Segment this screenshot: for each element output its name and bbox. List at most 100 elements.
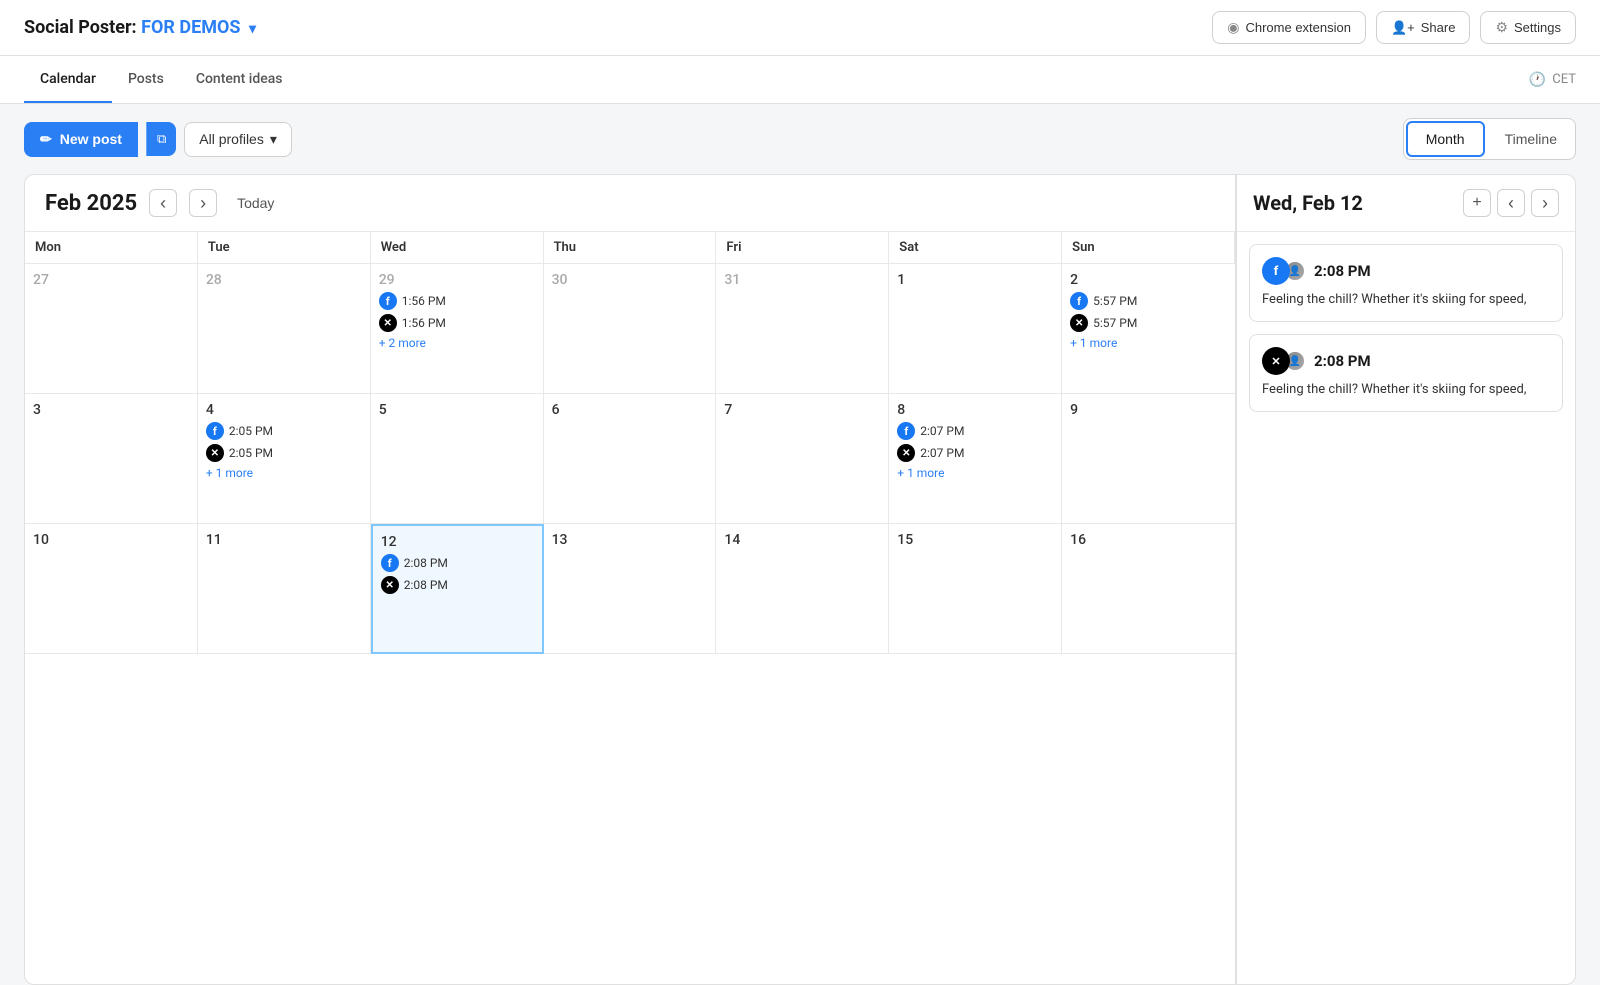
more-posts-link[interactable]: + 2 more (379, 336, 535, 350)
copy-button[interactable] (146, 122, 176, 156)
new-post-label: New post (60, 131, 122, 147)
side-post-top: ✕ 👤 2:08 PM (1262, 347, 1550, 375)
prev-month-button[interactable] (149, 189, 177, 217)
day-cell-29[interactable]: 29 f 1:56 PM ✕ 1:56 PM + 2 more (371, 264, 544, 394)
day-cell-5[interactable]: 5 (371, 394, 544, 524)
tab-content-ideas[interactable]: Content ideas (180, 57, 299, 103)
day-num: 4 (206, 402, 362, 418)
day-header-fri: Fri (716, 232, 889, 264)
day-num: 13 (552, 532, 708, 548)
day-cell-4[interactable]: 4 f 2:05 PM ✕ 2:05 PM + 1 more (198, 394, 371, 524)
post-item[interactable]: f 1:56 PM (379, 292, 535, 310)
x-icon: ✕ (379, 314, 397, 332)
post-time: 2:08 PM (404, 556, 448, 570)
toolbar-left: New post All profiles (24, 122, 292, 157)
post-time: 2:05 PM (229, 424, 273, 438)
day-cell-1[interactable]: 1 (889, 264, 1062, 394)
post-item[interactable]: f 2:05 PM (206, 422, 362, 440)
day-cell-12-today[interactable]: 12 f 2:08 PM ✕ 2:08 PM (371, 524, 544, 654)
all-profiles-button[interactable]: All profiles (184, 122, 292, 157)
post-time: 2:07 PM (920, 424, 964, 438)
side-post-card-fb[interactable]: f 👤 2:08 PM Feeling the chill? Whether i… (1249, 244, 1563, 322)
post-time: 2:08 PM (404, 578, 448, 592)
toolbar: New post All profiles Month Timeline (0, 104, 1600, 174)
facebook-icon: f (381, 554, 399, 572)
timezone-display: CET (1529, 72, 1576, 88)
day-num: 1 (897, 272, 1053, 288)
post-item[interactable]: ✕ 2:08 PM (381, 576, 534, 594)
next-month-button[interactable] (189, 189, 217, 217)
brand-chevron-icon[interactable]: ▾ (249, 21, 256, 37)
chevron-down-icon (270, 131, 277, 148)
post-item[interactable]: ✕ 5:57 PM (1070, 314, 1227, 332)
day-num: 27 (33, 272, 189, 288)
x-icon: ✕ (206, 444, 224, 462)
more-posts-link[interactable]: + 1 more (897, 466, 1053, 480)
settings-button[interactable]: Settings (1480, 11, 1576, 44)
post-item[interactable]: f 2:07 PM (897, 422, 1053, 440)
x-icon: ✕ (897, 444, 915, 462)
post-item[interactable]: ✕ 1:56 PM (379, 314, 535, 332)
day-num: 6 (552, 402, 708, 418)
day-cell-6[interactable]: 6 (544, 394, 717, 524)
day-cell-7[interactable]: 7 (716, 394, 889, 524)
day-cell-28[interactable]: 28 (198, 264, 371, 394)
side-next-button[interactable] (1531, 189, 1559, 217)
post-time: 1:56 PM (402, 294, 446, 308)
day-cell-8[interactable]: 8 f 2:07 PM ✕ 2:07 PM + 1 more (889, 394, 1062, 524)
top-actions: Chrome extension 👤+ Share Settings (1212, 11, 1576, 44)
day-cell-10[interactable]: 10 (25, 524, 198, 654)
brand-name: FOR DEMOS (141, 17, 240, 38)
day-num: 10 (33, 532, 189, 548)
day-cell-2[interactable]: 2 f 5:57 PM ✕ 5:57 PM + 1 more (1062, 264, 1235, 394)
new-post-button[interactable]: New post (24, 122, 138, 157)
today-button[interactable]: Today (229, 191, 282, 215)
more-posts-link[interactable]: + 1 more (206, 466, 362, 480)
add-post-button[interactable] (1463, 189, 1491, 217)
day-header-sun: Sun (1062, 232, 1235, 264)
day-cell-16[interactable]: 16 (1062, 524, 1235, 654)
post-item[interactable]: f 5:57 PM (1070, 292, 1227, 310)
facebook-icon: f (1070, 292, 1088, 310)
day-num: 30 (552, 272, 708, 288)
post-text: Feeling the chill? Whether it's skiing f… (1262, 381, 1550, 399)
post-item[interactable]: f 2:08 PM (381, 554, 534, 572)
day-num: 2 (1070, 272, 1227, 288)
day-num: 16 (1070, 532, 1227, 548)
day-cell-13[interactable]: 13 (544, 524, 717, 654)
view-toggle: Month Timeline (1403, 118, 1576, 160)
post-item[interactable]: ✕ 2:07 PM (897, 444, 1053, 462)
day-cell-15[interactable]: 15 (889, 524, 1062, 654)
side-panel-actions (1463, 189, 1559, 217)
side-panel-header: Wed, Feb 12 (1237, 175, 1575, 232)
nav-tabs-left: Calendar Posts Content ideas (24, 57, 299, 102)
day-header-sat: Sat (889, 232, 1062, 264)
post-item[interactable]: ✕ 2:05 PM (206, 444, 362, 462)
post-time: 1:56 PM (402, 316, 446, 330)
chrome-extension-button[interactable]: Chrome extension (1212, 11, 1366, 44)
facebook-avatar: f (1262, 257, 1290, 285)
share-button[interactable]: 👤+ Share (1376, 11, 1470, 44)
tab-calendar[interactable]: Calendar (24, 57, 112, 103)
all-profiles-label: All profiles (199, 131, 264, 147)
main-content: Feb 2025 Today Mon Tue Wed Thu Fri Sat S… (0, 174, 1600, 985)
side-prev-button[interactable] (1497, 189, 1525, 217)
month-view-button[interactable]: Month (1406, 121, 1485, 157)
pencil-icon (40, 131, 52, 148)
day-cell-31[interactable]: 31 (716, 264, 889, 394)
day-cell-3[interactable]: 3 (25, 394, 198, 524)
post-time: 5:57 PM (1093, 294, 1137, 308)
day-cell-27[interactable]: 27 (25, 264, 198, 394)
day-num: 9 (1070, 402, 1227, 418)
avatar-stack: f 👤 (1262, 257, 1306, 285)
day-cell-11[interactable]: 11 (198, 524, 371, 654)
day-cell-9[interactable]: 9 (1062, 394, 1235, 524)
day-header-wed: Wed (371, 232, 544, 264)
more-posts-link[interactable]: + 1 more (1070, 336, 1227, 350)
day-cell-14[interactable]: 14 (716, 524, 889, 654)
calendar-month-year: Feb 2025 (45, 191, 137, 216)
timeline-view-button[interactable]: Timeline (1487, 119, 1575, 159)
day-cell-30[interactable]: 30 (544, 264, 717, 394)
tab-posts[interactable]: Posts (112, 57, 180, 103)
side-post-card-x[interactable]: ✕ 👤 2:08 PM Feeling the chill? Whether i… (1249, 334, 1563, 412)
